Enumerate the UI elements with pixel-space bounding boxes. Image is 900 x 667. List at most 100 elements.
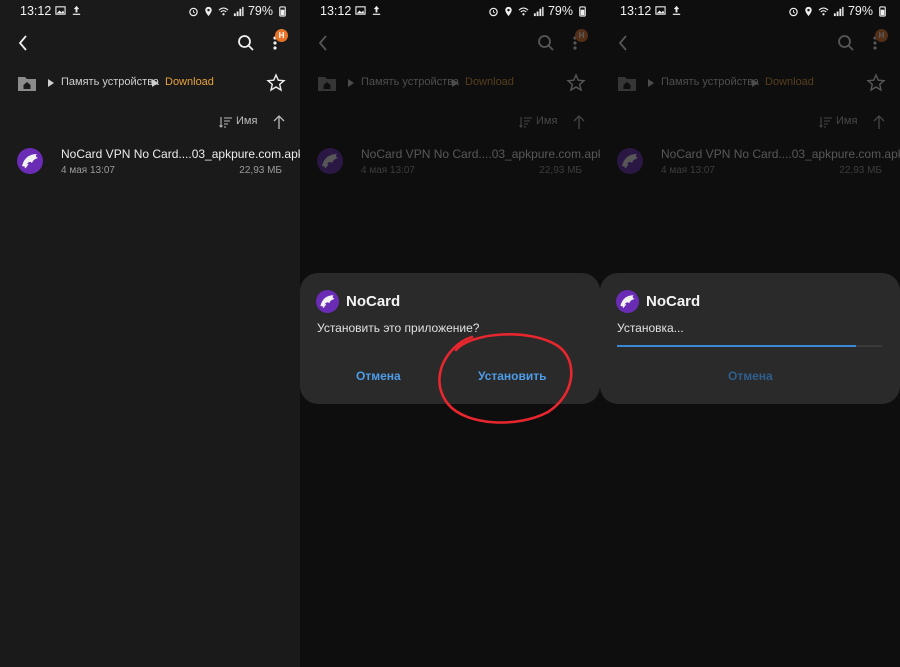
- file-size: 22,93 МБ: [839, 165, 882, 176]
- file-name: NoCard VPN No Card....03_apkpure.com.apk: [361, 147, 600, 161]
- sort-icon[interactable]: [219, 115, 233, 129]
- screenshot-stage: 13:12 79% Н Память устройства Download И…: [0, 0, 900, 667]
- signal-icon: [233, 6, 244, 16]
- sort-label[interactable]: Имя: [236, 115, 257, 127]
- installing-dialog: NoCard Установка... Отмена: [600, 273, 900, 404]
- breadcrumb-storage: Память устройства: [361, 76, 460, 88]
- location-icon: [505, 6, 512, 16]
- app-logo-icon: [616, 290, 639, 313]
- panel-install-dialog: 13:12 79% Н Память устройства Download И…: [300, 0, 600, 667]
- top-toolbar: Н: [600, 29, 900, 56]
- search-icon: [838, 35, 854, 51]
- install-progress-bar: [617, 345, 882, 347]
- star-icon: [866, 73, 886, 92]
- sort-label: Имя: [836, 115, 858, 127]
- alarm-icon: [189, 7, 198, 16]
- location-icon: [205, 6, 212, 16]
- status-bar: 13:12 79%: [300, 0, 600, 22]
- arrow-up-icon[interactable]: [272, 114, 286, 130]
- install-button[interactable]: Установить: [478, 369, 547, 383]
- top-toolbar: Н: [300, 29, 600, 56]
- sort-bar: Имя: [300, 113, 600, 131]
- sort-label: Имя: [536, 115, 558, 127]
- notification-badge: Н: [275, 29, 288, 42]
- location-icon: [805, 6, 812, 16]
- gallery-icon: [655, 6, 666, 15]
- chevron-right-icon: [348, 79, 354, 87]
- upload-icon: [372, 5, 381, 15]
- app-logo-icon: [17, 148, 43, 174]
- panel-installing-dialog: 13:12 79% Н Память устройства Download И…: [600, 0, 900, 667]
- breadcrumb-storage: Память устройства: [661, 76, 760, 88]
- battery-icon: [279, 5, 286, 17]
- app-logo-icon: [316, 290, 339, 313]
- alarm-icon: [789, 7, 798, 16]
- home-folder-icon[interactable]: [17, 74, 37, 92]
- chevron-right-icon: [752, 79, 758, 87]
- breadcrumb: Память устройства Download: [600, 72, 900, 94]
- status-time: 13:12: [20, 4, 52, 18]
- search-icon[interactable]: [236, 33, 256, 53]
- panel-file-list: 13:12 79% Н Память устройства Download И…: [0, 0, 300, 667]
- sort-icon: [819, 117, 832, 128]
- wifi-icon: [818, 7, 829, 15]
- home-folder-icon: [318, 77, 336, 91]
- alarm-icon: [489, 7, 498, 16]
- arrow-up-icon: [573, 115, 585, 129]
- notification-badge: Н: [575, 29, 588, 42]
- back-icon[interactable]: [14, 33, 34, 53]
- cancel-button[interactable]: Отмена: [728, 369, 773, 383]
- upload-icon: [672, 5, 681, 15]
- breadcrumb-download: Download: [465, 76, 514, 88]
- battery-level: 79%: [247, 4, 273, 18]
- dialog-message: Установить это приложение?: [317, 321, 480, 335]
- file-date: 4 мая 13:07: [361, 165, 415, 176]
- chevron-right-icon: [48, 79, 54, 87]
- battery-icon: [879, 5, 886, 17]
- chevron-right-icon: [152, 79, 158, 87]
- top-toolbar: Н: [0, 29, 300, 56]
- status-bar: 13:12 79%: [0, 0, 300, 22]
- file-date: 4 мая 13:07: [61, 165, 115, 176]
- dialog-app-name: NoCard: [646, 293, 701, 310]
- app-logo-icon: [317, 148, 343, 174]
- status-time: 13:12: [320, 4, 352, 18]
- back-icon: [618, 35, 627, 51]
- breadcrumb-download[interactable]: Download: [165, 76, 214, 88]
- file-list-item[interactable]: NoCard VPN No Card....03_apkpure.com.apk…: [0, 144, 300, 180]
- chevron-right-icon: [452, 79, 458, 87]
- app-logo-icon: [617, 148, 643, 174]
- breadcrumb: Память устройства Download: [300, 72, 600, 94]
- signal-icon: [833, 6, 844, 16]
- file-list-item: NoCard VPN No Card....03_apkpure.com.apk…: [600, 144, 900, 180]
- chevron-right-icon: [648, 79, 654, 87]
- file-date: 4 мая 13:07: [661, 165, 715, 176]
- battery-level: 79%: [547, 4, 573, 18]
- breadcrumb-download: Download: [765, 76, 814, 88]
- star-icon[interactable]: [266, 73, 286, 93]
- gallery-icon: [355, 6, 366, 15]
- sort-bar: Имя: [0, 113, 300, 131]
- file-size: 22,93 МБ: [239, 165, 282, 176]
- breadcrumb-storage[interactable]: Память устройства: [61, 76, 159, 88]
- cancel-button[interactable]: Отмена: [356, 369, 401, 383]
- install-dialog: NoCard Установить это приложение? Отмена…: [300, 273, 600, 404]
- file-list-item: NoCard VPN No Card....03_apkpure.com.apk…: [300, 144, 600, 180]
- status-time: 13:12: [620, 4, 652, 18]
- install-progress-fill: [617, 345, 856, 347]
- search-icon: [538, 35, 554, 51]
- upload-icon: [72, 5, 81, 15]
- sort-bar: Имя: [600, 113, 900, 131]
- file-size: 22,93 МБ: [539, 165, 582, 176]
- back-icon: [318, 35, 327, 51]
- battery-icon: [579, 5, 586, 17]
- signal-icon: [533, 6, 544, 16]
- wifi-icon: [518, 7, 529, 15]
- file-name: NoCard VPN No Card....03_apkpure.com.apk: [61, 147, 300, 161]
- arrow-up-icon: [873, 115, 885, 129]
- home-folder-icon: [618, 77, 636, 91]
- status-bar: 13:12 79%: [600, 0, 900, 22]
- wifi-icon: [218, 7, 229, 15]
- file-name: NoCard VPN No Card....03_apkpure.com.apk: [661, 147, 900, 161]
- dialog-app-name: NoCard: [346, 293, 401, 310]
